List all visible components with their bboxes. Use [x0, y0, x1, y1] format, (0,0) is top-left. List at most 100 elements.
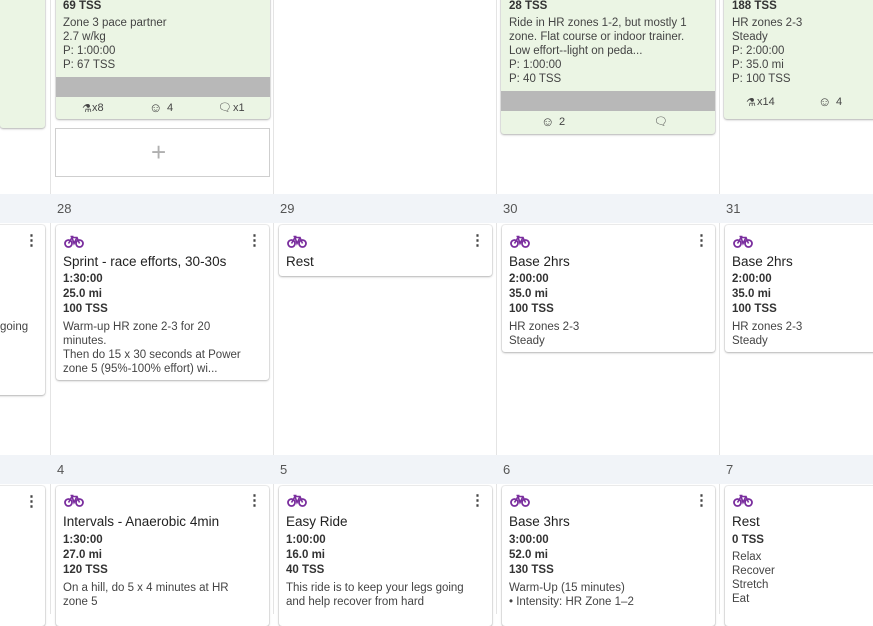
day-number: 30	[503, 201, 518, 216]
workout-distance: 35.0 mi	[732, 288, 771, 300]
day-number: 7	[726, 462, 734, 477]
day-number: 4	[57, 462, 65, 477]
smile-icon[interactable]: ☺	[541, 114, 554, 129]
workout-card-partial[interactable]: ⋮ going	[0, 225, 45, 395]
workout-description: HR zones 2-3 Steady	[509, 321, 580, 347]
workout-tss: 100 TSS	[732, 303, 777, 315]
workout-card-partial[interactable]: ⋮	[0, 486, 45, 626]
workout-card[interactable]: 188 TSS HR zones 2-3 Steady P: 2:00:00 P…	[724, 0, 873, 119]
more-options-icon[interactable]: ⋮	[470, 233, 485, 248]
workout-tss: 130 TSS	[509, 564, 554, 576]
workout-card[interactable]: Rest 0 TSS Relax Recover Stretch Eat	[725, 486, 873, 626]
workout-title: Rest	[286, 254, 314, 269]
add-workout-button[interactable]: +	[55, 128, 270, 177]
smile-icon[interactable]: ☺	[818, 94, 831, 109]
workout-tss: 120 TSS	[63, 564, 108, 576]
workout-card[interactable]: 28 TSS Ride in HR zones 1-2, but mostly …	[501, 0, 715, 134]
more-options-icon[interactable]: ⋮	[24, 233, 39, 248]
day-number: 6	[503, 462, 511, 477]
workout-title: Easy Ride	[286, 514, 348, 529]
strength-icon: ⚗	[82, 103, 92, 115]
day-number: 31	[726, 201, 741, 216]
more-options-icon[interactable]: ⋮	[247, 493, 262, 508]
workout-tss: 69 TSS	[63, 0, 102, 12]
workout-title: Sprint - race efforts, 30-30s	[63, 254, 227, 269]
workout-description: Warm-up HR zone 2-3 for 20 minutes. Then…	[63, 321, 241, 375]
strength-count: x8	[92, 102, 104, 114]
workout-card[interactable]: ⋮ Easy Ride 1:00:00 16.0 mi 40 TSS This …	[279, 486, 492, 626]
workout-title: Rest	[732, 514, 760, 529]
workout-description: Zone 3 pace partner 2.7 w/kg P: 1:00:00 …	[63, 17, 167, 71]
more-options-icon[interactable]: ⋮	[24, 494, 39, 509]
workout-title: Base 3hrs	[509, 514, 570, 529]
workout-distance: 16.0 mi	[286, 549, 325, 561]
plus-icon: +	[151, 137, 167, 167]
workout-description: HR zones 2-3 Steady	[732, 321, 803, 347]
day-number: 5	[280, 462, 288, 477]
more-options-icon[interactable]: ⋮	[470, 493, 485, 508]
bike-icon	[510, 235, 530, 248]
more-options-icon[interactable]: ⋮	[694, 493, 709, 508]
comment-icon[interactable]: 🗨	[218, 101, 232, 114]
workout-description: Relax Recover Stretch Eat	[732, 551, 775, 605]
workout-card[interactable]: ⋮ Rest	[279, 225, 492, 276]
workout-description: HR zones 2-3 Steady P: 2:00:00 P: 35.0 m…	[732, 17, 803, 85]
workout-tss: 100 TSS	[63, 303, 108, 315]
workout-description: Warm-Up (15 minutes) • Intensity: HR Zon…	[509, 582, 634, 608]
workout-title: Base 2hrs	[732, 254, 793, 269]
column-divider	[496, 0, 497, 614]
bike-icon	[64, 494, 84, 507]
strength-count: x14	[757, 96, 775, 108]
workout-duration: 3:00:00	[509, 534, 549, 546]
workout-card-partial[interactable]	[0, 0, 45, 128]
bike-icon	[64, 235, 84, 248]
workout-card[interactable]: ⋮ Base 2hrs 2:00:00 35.0 mi 100 TSS HR z…	[502, 225, 715, 352]
comment-count: x1	[233, 102, 245, 114]
smile-count: 2	[559, 116, 566, 128]
workout-distance: 35.0 mi	[509, 288, 548, 300]
workout-card[interactable]: ⋮ Base 3hrs 3:00:00 52.0 mi 130 TSS Warm…	[502, 486, 715, 626]
compliance-bar	[56, 77, 270, 97]
bike-icon	[733, 494, 753, 507]
smile-count: 4	[836, 96, 843, 108]
workout-tss: 0 TSS	[732, 534, 764, 546]
workout-distance: 27.0 mi	[63, 549, 102, 561]
workout-tss: 188 TSS	[732, 0, 777, 12]
column-divider	[719, 0, 720, 614]
bike-icon	[287, 235, 307, 248]
bike-icon	[733, 235, 753, 248]
workout-duration: 1:30:00	[63, 534, 103, 546]
more-options-icon[interactable]: ⋮	[694, 233, 709, 248]
smile-icon[interactable]: ☺	[149, 100, 162, 115]
day-number: 28	[57, 201, 72, 216]
workout-duration: 2:00:00	[732, 273, 772, 285]
workout-description: Ride in HR zones 1-2, but mostly 1 zone.…	[509, 17, 687, 85]
workout-distance: 25.0 mi	[63, 288, 102, 300]
day-number: 29	[280, 201, 295, 216]
workout-title: Base 2hrs	[509, 254, 570, 269]
compliance-bar	[501, 91, 715, 111]
strength-icon: ⚗	[746, 97, 756, 109]
workout-tss: 28 TSS	[509, 0, 548, 12]
workout-card[interactable]: ⋮ Intervals - Anaerobic 4min 1:30:00 27.…	[56, 486, 269, 626]
workout-tss: 40 TSS	[286, 564, 325, 576]
workout-description: This ride is to keep your legs going and…	[286, 582, 464, 608]
column-divider	[50, 0, 51, 614]
week-header-band	[0, 455, 873, 484]
workout-duration: 1:00:00	[286, 534, 326, 546]
workout-card[interactable]: 69 TSS Zone 3 pace partner 2.7 w/kg P: 1…	[56, 0, 270, 119]
workout-duration: 1:30:00	[63, 273, 103, 285]
comment-icon[interactable]: 🗨	[654, 115, 668, 128]
workout-description: On a hill, do 5 x 4 minutes at HR zone 5	[63, 582, 229, 608]
bike-icon	[510, 494, 530, 507]
workout-card[interactable]: Base 2hrs 2:00:00 35.0 mi 100 TSS HR zon…	[725, 225, 873, 352]
more-options-icon[interactable]: ⋮	[247, 233, 262, 248]
bike-icon	[287, 494, 307, 507]
week-header-band	[0, 194, 873, 223]
workout-duration: 2:00:00	[509, 273, 549, 285]
workout-card[interactable]: ⋮ Sprint - race efforts, 30-30s 1:30:00 …	[56, 225, 269, 380]
workout-title: Intervals - Anaerobic 4min	[63, 514, 220, 529]
column-divider	[273, 0, 274, 614]
workout-tss: 100 TSS	[509, 303, 554, 315]
workout-distance: 52.0 mi	[509, 549, 548, 561]
